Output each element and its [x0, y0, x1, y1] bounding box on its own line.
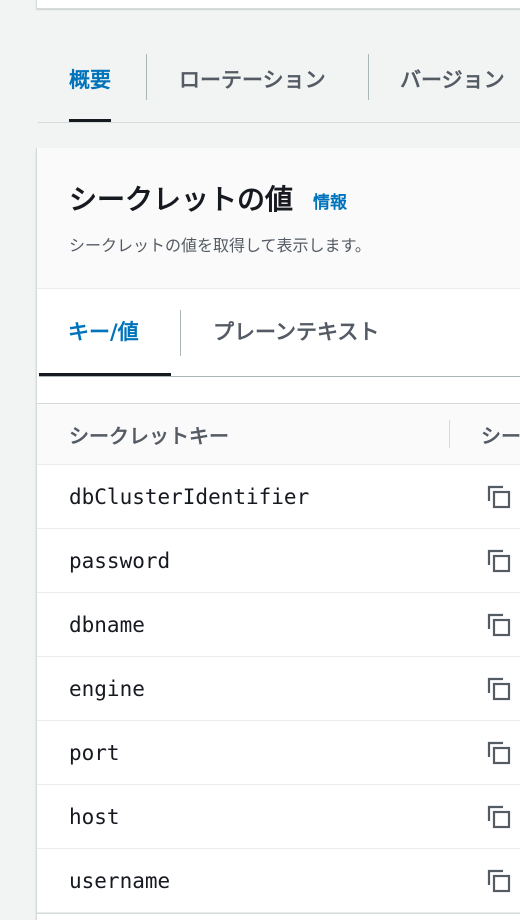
tab-rotation[interactable]: ローテーション — [179, 38, 326, 120]
tab-divider — [146, 54, 147, 100]
secret-key-cell: password — [69, 548, 171, 573]
value-format-tabs: キー/値 プレーンテキスト — [39, 288, 520, 377]
table-row: username — [37, 849, 520, 913]
copy-icon[interactable] — [485, 483, 513, 511]
table-row: engine — [37, 657, 520, 721]
column-header-secret-key: シークレットキー — [69, 423, 229, 448]
top-panel-edge — [36, 0, 520, 9]
copy-icon[interactable] — [485, 803, 513, 831]
copy-icon[interactable] — [485, 547, 513, 575]
tab-plaintext[interactable]: プレーンテキスト — [213, 288, 379, 374]
info-link[interactable]: 情報 — [313, 188, 347, 213]
secret-key-cell: dbClusterIdentifier — [69, 484, 310, 509]
tab-divider — [180, 310, 181, 356]
table-row: password — [37, 529, 520, 593]
table-row: dbname — [37, 593, 520, 657]
panel-description: シークレットの値を取得して表示します。 — [69, 236, 371, 255]
table-header: シークレットキー シー — [37, 404, 520, 465]
copy-icon[interactable] — [485, 611, 513, 639]
copy-icon[interactable] — [485, 867, 513, 895]
tab-key-value[interactable]: キー/値 — [39, 288, 171, 376]
secret-key-cell: host — [69, 804, 120, 829]
secret-key-cell: engine — [69, 676, 145, 701]
column-divider[interactable] — [449, 420, 450, 448]
copy-icon[interactable] — [485, 675, 513, 703]
secret-table: シークレットキー シー dbClusterIdentifier password… — [37, 403, 520, 920]
main-tabs: 概要 ローテーション バージョン — [38, 38, 520, 123]
table-row: host — [37, 785, 520, 849]
copy-icon[interactable] — [485, 739, 513, 767]
table-bottom-edge — [37, 913, 520, 920]
table-row: dbClusterIdentifier — [37, 465, 520, 529]
secret-key-cell: dbname — [69, 612, 145, 637]
tab-divider — [368, 54, 369, 100]
panel-title: シークレットの値 — [69, 183, 294, 216]
secret-key-cell: port — [69, 740, 120, 765]
secret-key-cell: username — [69, 868, 171, 893]
table-row: port — [37, 721, 520, 785]
tab-overview[interactable]: 概要 — [69, 38, 111, 122]
panel-header: シークレットの値 情報 シークレットの値を取得して表示します。 — [37, 148, 520, 289]
column-header-secret-value: シー — [481, 423, 520, 448]
tab-versions[interactable]: バージョン — [400, 38, 505, 120]
secret-value-panel: シークレットの値 情報 シークレットの値を取得して表示します。 キー/値 プレー… — [36, 148, 520, 920]
